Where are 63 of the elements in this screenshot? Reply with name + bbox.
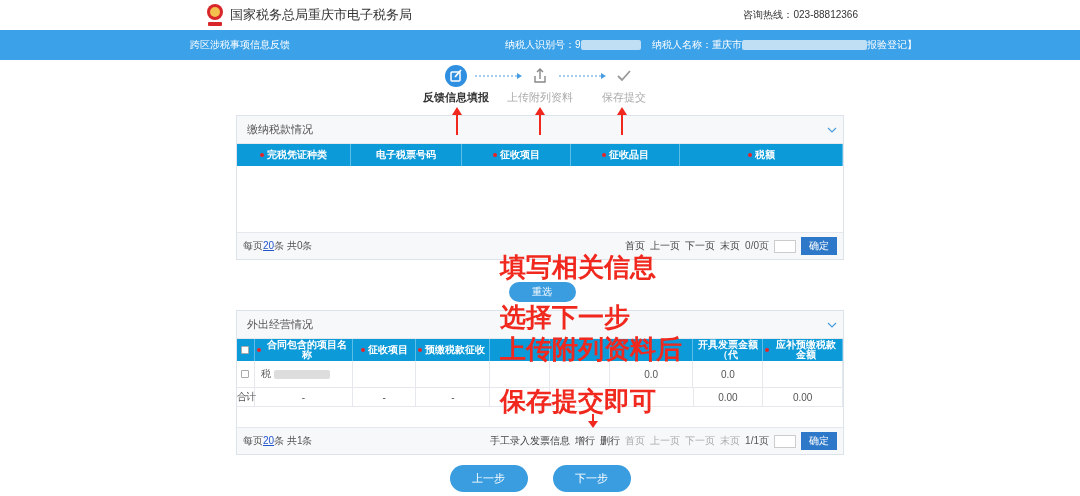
column-header: 合同包含的项目名称 [265, 340, 348, 360]
toolbar-link[interactable]: 手工录入发票信息 [490, 434, 571, 448]
page-input[interactable] [774, 239, 796, 253]
page-size-link[interactable]: 20 [263, 435, 275, 446]
annotation-arrow [535, 107, 545, 135]
annotation-text: 选择下一步 [500, 304, 630, 330]
table-cell: 0.0 [693, 361, 764, 387]
step-button[interactable]: 下一步 [552, 465, 631, 492]
checkbox[interactable] [241, 370, 250, 378]
table-cell: 税 [260, 367, 271, 381]
page-summary: 每页20条 共0条 [243, 239, 313, 253]
table-cell: 0.0 [609, 361, 694, 387]
step-button[interactable]: 上一步 [449, 465, 528, 492]
step-label[interactable]: 上传附列资料 [498, 91, 582, 105]
column-header: 预缴税款征收 [425, 345, 486, 355]
column-header: 征收品目 [608, 150, 649, 160]
page-info: 1/1页 [745, 434, 769, 448]
confirm-button[interactable]: 确定 [801, 237, 837, 255]
pager-link[interactable]: 首页 [625, 239, 646, 253]
column-header: 应补预缴税款金额 [775, 340, 838, 360]
page-input[interactable] [774, 434, 796, 448]
column-header: 开具发票金额（代 [696, 340, 759, 360]
field-label: 纳税人名称：重庆市 [652, 38, 742, 52]
annotation-arrow [452, 107, 462, 135]
step-label[interactable]: 保存提交 [582, 91, 666, 105]
toolbar-link[interactable]: 增行 [575, 434, 596, 448]
page-size-link[interactable]: 20 [263, 240, 275, 251]
page-title: 跨区涉税事项信息反馈 [190, 38, 291, 52]
annotation-text: 填写相关信息 [500, 254, 656, 280]
pager-link[interactable]: 上一页 [650, 239, 681, 253]
annotation-text: 保存提交即可 [500, 388, 656, 414]
reset-button[interactable]: 重选 [508, 282, 576, 302]
annotation-arrow [617, 107, 627, 135]
field-label: 纳税人识别号：9 [505, 38, 581, 52]
field-label: 报验登记】 [867, 38, 917, 52]
table-cell: - [352, 388, 417, 406]
step-label[interactable]: 反馈信息填报 [414, 91, 498, 105]
confirm-button[interactable]: 确定 [801, 432, 837, 450]
table-cell: 合计 [237, 388, 255, 406]
pager-link[interactable]: 下一页 [685, 239, 716, 253]
table-cell: 0.00 [763, 388, 843, 406]
chevron-down-icon[interactable] [827, 321, 837, 328]
panel-title: 缴纳税款情况 [247, 122, 313, 137]
column-header: 征收项目 [367, 345, 408, 355]
toolbar-link[interactable]: 删行 [600, 434, 621, 448]
emblem-icon [205, 3, 225, 27]
table-cell: 0.00 [693, 388, 764, 406]
page-summary: 每页20条 共1条 [243, 434, 313, 448]
column-header: 电子税票号码 [376, 150, 436, 160]
pager-link[interactable]: 末页 [720, 239, 741, 253]
annotation-text: 上传附列资料后 [500, 336, 682, 362]
hotline-text: 咨询热线：023-88812366 [743, 8, 858, 22]
checkbox[interactable] [241, 346, 250, 354]
page-info: 0/0页 [745, 239, 769, 253]
table-cell: - [255, 388, 353, 406]
panel-title: 外出经营情况 [247, 317, 313, 332]
column-header: 征收项目 [499, 150, 540, 160]
site-title: 国家税务总局重庆市电子税务局 [230, 6, 412, 24]
chevron-down-icon[interactable] [827, 126, 837, 133]
table-cell: - [416, 388, 491, 406]
column-header: 完税凭证种类 [267, 150, 327, 160]
annotation-arrow [588, 414, 598, 428]
column-header: 税额 [754, 150, 775, 160]
